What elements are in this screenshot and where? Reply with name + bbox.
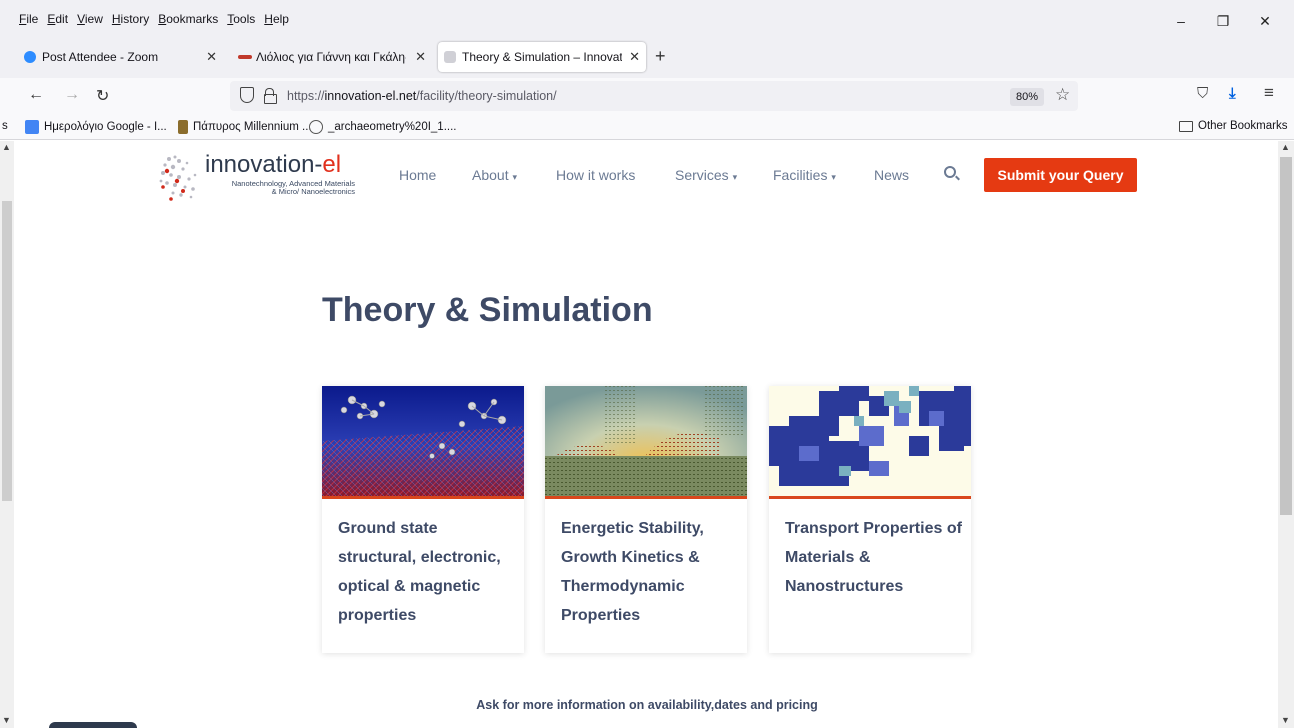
card-accent-bar bbox=[769, 496, 971, 499]
bookmark-star-icon[interactable]: ☆ bbox=[1055, 85, 1070, 105]
caret-down-icon: ▾ bbox=[831, 172, 836, 182]
logo-map-icon bbox=[159, 155, 197, 201]
bookmark-google-calendar[interactable]: Ημερολόγιο Google - I... bbox=[25, 120, 167, 134]
back-button[interactable]: ← bbox=[28, 86, 44, 104]
menu-view[interactable]: View bbox=[77, 12, 103, 26]
caret-down-icon: ▾ bbox=[512, 172, 518, 182]
left-scrollbar[interactable]: ▲ ▼ bbox=[0, 141, 14, 728]
bookmarks-bar: s Ημερολόγιο Google - I... Πάπυρος Mille… bbox=[0, 114, 1294, 140]
zoom-favicon-icon bbox=[24, 51, 36, 63]
url-bar[interactable]: https://innovation-el.net/facility/theor… bbox=[230, 81, 1078, 111]
site-logo[interactable]: innovation-el Nanotechnology, Advanced M… bbox=[155, 151, 365, 203]
scroll-thumb[interactable] bbox=[2, 201, 12, 501]
menu-file[interactable]: File bbox=[19, 12, 38, 26]
scroll-up-icon[interactable]: ▲ bbox=[1281, 142, 1290, 152]
nav-about[interactable]: About ▾ bbox=[472, 167, 517, 183]
new-tab-button[interactable]: + bbox=[655, 46, 666, 67]
scroll-up-icon[interactable]: ▲ bbox=[2, 142, 11, 152]
nav-toolbar: ← → ↻ https://innovation-el.net/facility… bbox=[0, 78, 1294, 114]
innovation-favicon-icon bbox=[444, 51, 456, 63]
card-image bbox=[769, 386, 971, 496]
card-energetic-stability[interactable]: Energetic Stability, Growth Kinetics & T… bbox=[545, 386, 747, 653]
scroll-down-icon[interactable]: ▼ bbox=[1281, 715, 1290, 725]
bookmark-archaeometry[interactable]: _archaeometry%20I_1.... bbox=[309, 120, 457, 134]
menu-history[interactable]: History bbox=[112, 12, 149, 26]
card-image bbox=[322, 386, 524, 496]
app-menu-icon[interactable]: ≡ bbox=[1264, 83, 1274, 103]
minimize-button[interactable]: – bbox=[1160, 10, 1202, 32]
close-tab-icon[interactable]: ✕ bbox=[415, 49, 426, 65]
card-title[interactable]: Ground state structural, electronic, opt… bbox=[338, 514, 518, 630]
nav-news[interactable]: News bbox=[874, 167, 909, 183]
download-icon[interactable]: ⤓ bbox=[1229, 85, 1236, 102]
calendar-icon bbox=[25, 120, 39, 134]
site-favicon-icon bbox=[238, 55, 252, 59]
page-content: ▲ ▼ innovation-el Nanotechnology, Advanc… bbox=[0, 141, 1294, 728]
page-title: Theory & Simulation bbox=[322, 291, 653, 329]
bookmark-cut[interactable]: s bbox=[2, 120, 8, 132]
pocket-icon[interactable]: ⛉ bbox=[1197, 85, 1208, 102]
menu-tools[interactable]: Tools bbox=[227, 12, 255, 26]
tab-label: Λιόλιος για Γιάννη και Γκάλη-Γεωργ bbox=[256, 50, 406, 64]
nav-facilities[interactable]: Facilities ▾ bbox=[773, 167, 836, 183]
right-scrollbar[interactable]: ▲ ▼ bbox=[1278, 141, 1294, 728]
folder-icon bbox=[1179, 120, 1193, 132]
nav-home[interactable]: Home bbox=[399, 167, 436, 183]
lock-icon[interactable] bbox=[264, 88, 277, 104]
restore-button[interactable]: ❐ bbox=[1202, 10, 1244, 32]
tab-label: Post Attendee - Zoom bbox=[42, 50, 159, 64]
brand-name: innovation-el bbox=[205, 151, 342, 178]
tab-theory-simulation[interactable]: Theory & Simulation – Innovation-el ✕ bbox=[438, 42, 646, 72]
tab-label: Theory & Simulation – Innovation-el bbox=[462, 50, 622, 64]
close-tab-icon[interactable]: ✕ bbox=[206, 49, 217, 65]
reload-button[interactable]: ↻ bbox=[96, 86, 109, 106]
scroll-thumb[interactable] bbox=[1280, 157, 1292, 515]
card-transport-properties[interactable]: Transport Properties of Materials & Nano… bbox=[769, 386, 971, 653]
close-tab-icon[interactable]: ✕ bbox=[629, 49, 640, 65]
card-image bbox=[545, 386, 747, 496]
submit-query-button[interactable]: Submit your Query bbox=[984, 158, 1137, 192]
tab-zoom[interactable]: Post Attendee - Zoom ✕ bbox=[18, 42, 223, 72]
shield-icon[interactable] bbox=[240, 87, 254, 103]
card-accent-bar bbox=[545, 496, 747, 499]
papyros-icon bbox=[178, 120, 188, 134]
tab-strip: Post Attendee - Zoom ✕ Λιόλιος για Γιάνν… bbox=[0, 36, 1294, 78]
other-bookmarks[interactable]: Other Bookmarks bbox=[1179, 120, 1287, 132]
tab-liolios[interactable]: Λιόλιος για Γιάννη και Γκάλη-Γεωργ ✕ bbox=[232, 42, 432, 72]
card-accent-bar bbox=[322, 496, 524, 499]
menu-bookmarks[interactable]: Bookmarks bbox=[158, 12, 218, 26]
window-controls: – ❐ ✕ bbox=[1160, 10, 1286, 32]
nav-services[interactable]: Services ▾ bbox=[675, 167, 737, 183]
card-title[interactable]: Energetic Stability, Growth Kinetics & T… bbox=[561, 514, 741, 630]
availability-note: Ask for more information on availability… bbox=[476, 698, 818, 712]
floating-widget-tab[interactable] bbox=[49, 722, 137, 728]
bookmark-papyros[interactable]: Πάπυρος Millennium ... bbox=[178, 120, 312, 134]
menu-bar: File Edit View History Bookmarks Tools H… bbox=[0, 0, 1294, 36]
forward-button[interactable]: → bbox=[64, 86, 80, 104]
menu-edit[interactable]: Edit bbox=[47, 12, 68, 26]
url-text[interactable]: https://innovation-el.net/facility/theor… bbox=[287, 89, 557, 103]
card-ground-state[interactable]: Ground state structural, electronic, opt… bbox=[322, 386, 524, 653]
menu-items: File Edit View History Bookmarks Tools H… bbox=[19, 12, 289, 26]
scroll-down-icon[interactable]: ▼ bbox=[2, 715, 11, 725]
globe-icon bbox=[309, 120, 323, 134]
brand-tagline: Nanotechnology, Advanced Materials & Micr… bbox=[231, 179, 355, 196]
menu-help[interactable]: Help bbox=[264, 12, 289, 26]
search-icon[interactable] bbox=[944, 166, 956, 178]
close-window-button[interactable]: ✕ bbox=[1244, 10, 1286, 32]
nav-how-it-works[interactable]: How it works bbox=[556, 167, 635, 183]
caret-down-icon: ▾ bbox=[732, 172, 738, 182]
card-title[interactable]: Transport Properties of Materials & Nano… bbox=[785, 514, 965, 601]
zoom-level-badge[interactable]: 80% bbox=[1010, 88, 1044, 106]
